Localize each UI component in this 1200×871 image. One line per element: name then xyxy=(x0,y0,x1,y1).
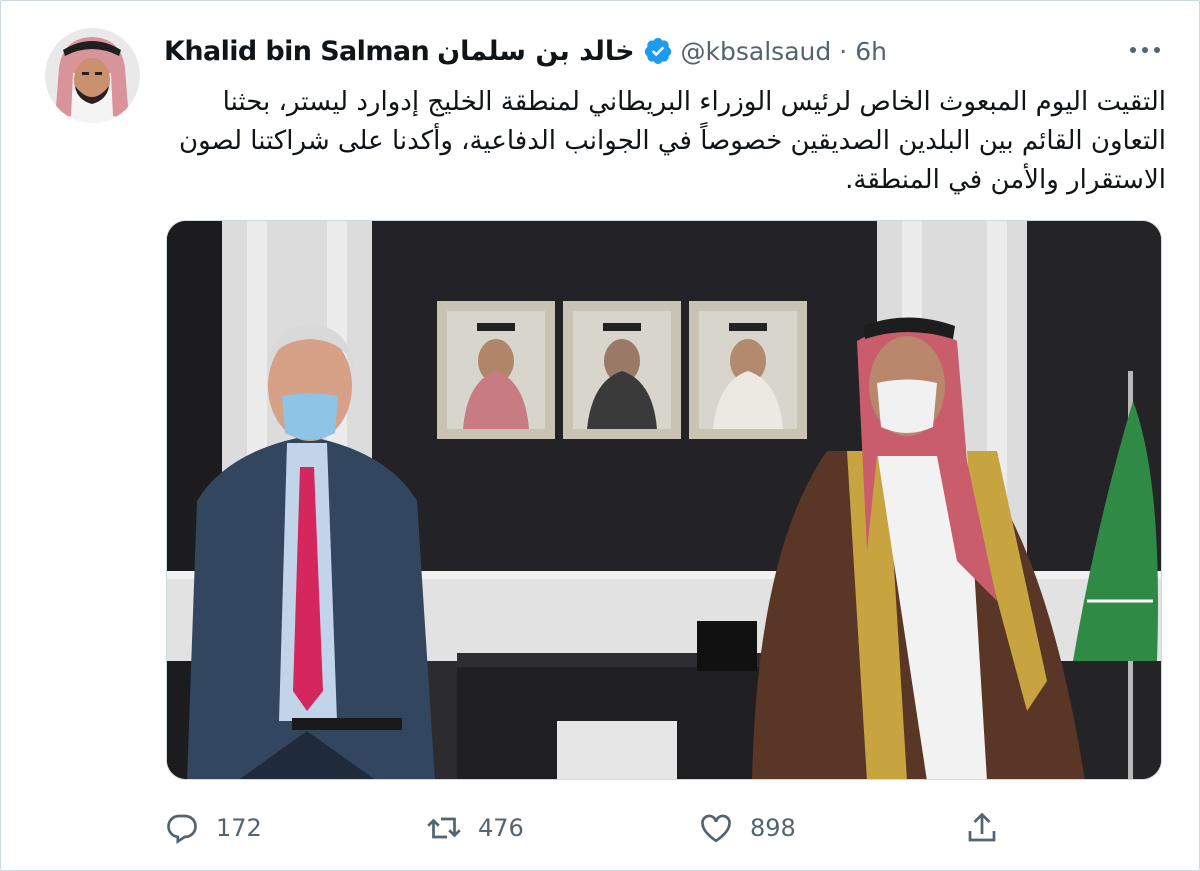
verified-badge-icon xyxy=(643,36,673,66)
author-name-ar[interactable]: خالد بن سلمان xyxy=(437,36,634,67)
like-button[interactable]: 898 xyxy=(698,806,796,850)
tweet-time[interactable]: 6h xyxy=(855,37,887,66)
share-button[interactable] xyxy=(964,806,1000,850)
reply-button[interactable]: 172 xyxy=(164,806,262,850)
tweet-card[interactable]: Khalid bin Salman خالد بن سلمان @kbsalsa… xyxy=(0,0,1200,871)
tweet-text: التقيت اليوم المبعوث الخاص لرئيس الوزراء… xyxy=(179,87,1166,195)
share-icon xyxy=(968,812,996,842)
more-options-icon[interactable] xyxy=(1125,37,1165,63)
author-name-en[interactable]: Khalid bin Salman xyxy=(164,36,430,67)
like-count: 898 xyxy=(750,814,796,842)
retweet-button[interactable]: 476 xyxy=(426,806,524,850)
retweet-count: 476 xyxy=(478,814,524,842)
tweet-actions: 172 476 898 xyxy=(164,806,1004,850)
author-handle[interactable]: @kbsalsaud xyxy=(681,37,832,66)
tweet-photo[interactable] xyxy=(166,220,1162,780)
reply-count: 172 xyxy=(216,814,262,842)
avatar[interactable] xyxy=(45,28,140,123)
separator-dot: · xyxy=(839,36,848,66)
reply-icon xyxy=(167,814,197,845)
tweet-header: Khalid bin Salman خالد بن سلمان @kbsalsa… xyxy=(164,31,887,71)
retweet-icon xyxy=(427,817,461,839)
heart-icon xyxy=(701,814,731,843)
